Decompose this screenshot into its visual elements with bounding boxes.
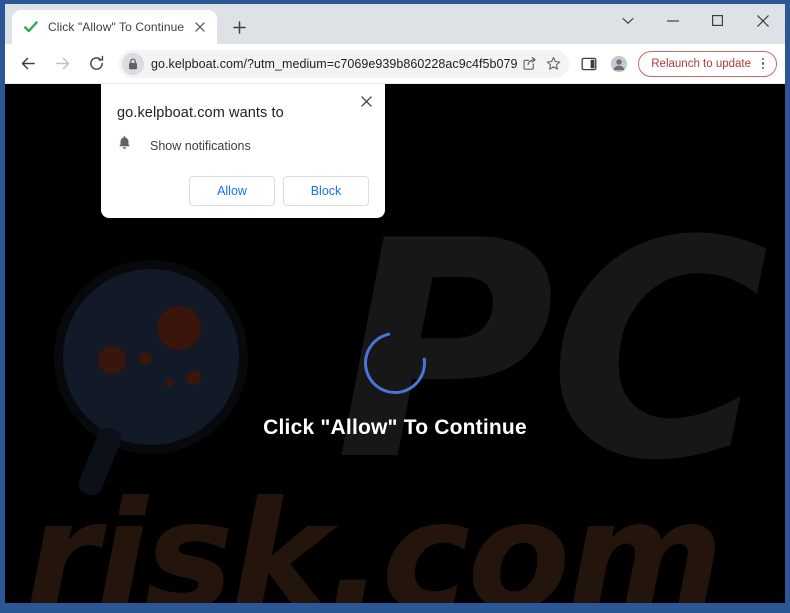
dialog-close-icon[interactable] bbox=[355, 90, 377, 112]
new-tab-button[interactable] bbox=[225, 13, 253, 41]
reload-button[interactable] bbox=[82, 50, 110, 78]
close-window-icon[interactable] bbox=[740, 4, 785, 37]
back-button[interactable] bbox=[14, 50, 42, 78]
tab-title: Click "Allow" To Continue bbox=[48, 20, 185, 34]
address-bar[interactable]: go.kelpboat.com/?utm_medium=c7069e939b86… bbox=[119, 49, 570, 78]
profile-icon[interactable] bbox=[606, 51, 632, 77]
green-check-icon bbox=[23, 19, 39, 35]
permission-label: Show notifications bbox=[150, 138, 251, 153]
side-panel-icon[interactable] bbox=[576, 51, 602, 77]
loading-section: Click "Allow" To Continue bbox=[5, 319, 785, 440]
block-button[interactable]: Block bbox=[283, 176, 369, 206]
permission-row: Show notifications bbox=[117, 135, 369, 156]
page-headline: Click "Allow" To Continue bbox=[263, 416, 527, 439]
browser-toolbar: go.kelpboat.com/?utm_medium=c7069e939b86… bbox=[5, 44, 785, 84]
relaunch-label: Relaunch to update bbox=[651, 57, 751, 70]
bookmark-star-icon[interactable] bbox=[541, 52, 565, 76]
relaunch-to-update-button[interactable]: Relaunch to update bbox=[638, 50, 777, 77]
browser-tab[interactable]: Click "Allow" To Continue bbox=[12, 10, 217, 44]
lock-icon[interactable] bbox=[122, 52, 144, 75]
tab-search-chevron-down-icon[interactable] bbox=[605, 4, 650, 37]
watermark-risk-text: risk.com bbox=[25, 470, 724, 603]
dialog-actions: Allow Block bbox=[117, 176, 369, 206]
url-text: go.kelpboat.com/?utm_medium=c7069e939b86… bbox=[151, 56, 518, 71]
share-icon[interactable] bbox=[517, 52, 541, 76]
browser-window: Click "Allow" To Continue go.kelpboat.co… bbox=[0, 0, 790, 613]
three-dot-menu-icon[interactable] bbox=[755, 55, 771, 73]
window-controls bbox=[605, 4, 785, 37]
maximize-icon[interactable] bbox=[695, 4, 740, 37]
allow-button[interactable]: Allow bbox=[189, 176, 275, 206]
forward-button bbox=[48, 50, 76, 78]
tab-close-icon[interactable] bbox=[191, 18, 209, 36]
bell-icon bbox=[117, 135, 132, 156]
tab-strip: Click "Allow" To Continue bbox=[5, 4, 785, 44]
notification-permission-dialog: go.kelpboat.com wants to Show notificati… bbox=[101, 84, 385, 218]
loading-spinner-icon bbox=[351, 319, 439, 407]
page-viewport: PC risk.com Click "Allow" To Continue go… bbox=[5, 84, 785, 603]
dialog-title: go.kelpboat.com wants to bbox=[117, 105, 284, 121]
minimize-icon[interactable] bbox=[650, 4, 695, 37]
